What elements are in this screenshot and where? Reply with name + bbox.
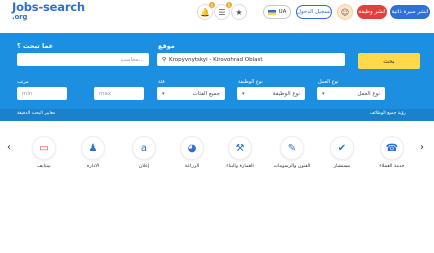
category-name: بيتنايف (37, 164, 51, 169)
search-button[interactable]: بحث (358, 53, 420, 69)
salary-min-placeholder: min (22, 90, 33, 97)
phone-icon: ☎ (380, 136, 404, 160)
favorites-button[interactable]: ★ (231, 4, 247, 20)
category-item[interactable]: ✎ الفنون والرسومات (272, 136, 312, 169)
language-button[interactable]: UA (263, 5, 291, 19)
wrench-icon: ⚒ (228, 136, 252, 160)
saved-list-button[interactable]: ☰ 0 (214, 2, 232, 20)
amazon-icon: a (132, 136, 156, 160)
category-item[interactable]: ⚒ العمارة والبناء (220, 136, 260, 169)
category-value: جميع الفئات (192, 90, 220, 97)
category-name: الفنون والرسومات (273, 164, 311, 169)
category-name: العمارة والبناء (226, 164, 254, 169)
location-value: Kropyvnytskyi - Kirovohrad Oblast (169, 56, 263, 63)
category-label: فئة (158, 79, 165, 85)
category-name: إعلان (138, 164, 150, 169)
all-jobs-link[interactable]: رؤية جميع الوظائف (370, 111, 406, 116)
category-name: الزراعة (184, 164, 200, 169)
keyword-input[interactable]: محاسب... (17, 53, 149, 66)
worktype-label: نوع العمل (318, 79, 339, 85)
category-name: مستشار (333, 164, 351, 169)
jobtype-value: نوع الوظيفة (272, 90, 300, 97)
category-name: الادارة (86, 164, 100, 169)
site-logo[interactable]: Jobs-search .org (12, 0, 85, 22)
user-avatar-icon: ☺ (340, 7, 350, 17)
check-icon: ✔ (330, 136, 354, 160)
category-item[interactable]: ☎ خدمة العملاء (372, 136, 412, 169)
category-select[interactable]: ▾ جميع الفئات (157, 87, 225, 100)
logo-text: Jobs-search (12, 0, 85, 14)
jobtype-select[interactable]: ▾ نوع الوظيفة (237, 87, 305, 100)
star-icon: ★ (235, 7, 243, 17)
search-button-label: بحث (383, 57, 395, 65)
search-panel: عما تبحث ؟ موقع محاسب... ⚲ Kropyvnytskyi… (0, 33, 434, 121)
brush-icon: ✎ (280, 136, 304, 160)
location-input[interactable]: ⚲ Kropyvnytskyi - Kirovohrad Oblast (157, 53, 345, 66)
avatar[interactable]: ☺ (337, 4, 353, 20)
jobtype-label: نوع الوظيفة (238, 79, 263, 85)
categories-carousel: ‹ › ☎ خدمة العملاء ✔ مستشار ✎ الفنون وال… (0, 132, 434, 180)
logo-suffix: .org (12, 13, 28, 21)
chevron-down-icon: ▾ (322, 90, 325, 97)
chevron-down-icon: ▾ (162, 90, 165, 97)
login-button[interactable]: تسجيل الدخول (296, 5, 332, 19)
advanced-search-link[interactable]: معايير البحث الدقيقة (17, 111, 55, 116)
chevron-right-icon[interactable]: › (420, 142, 424, 153)
worktype-select[interactable]: ▾ نوع العمل (317, 87, 385, 100)
language-label: UA (278, 9, 287, 15)
chevron-left-icon[interactable]: ‹ (7, 142, 11, 153)
salary-max-input[interactable]: max (94, 87, 144, 100)
users-icon: ♟ (81, 136, 105, 160)
top-header: Jobs-search .org 🔔 0 ☰ 0 ★ UA تسجيل الدخ… (0, 0, 434, 26)
pie-chart-icon: ◕ (180, 136, 204, 160)
category-name: خدمة العملاء (379, 164, 405, 169)
post-cv-label: انشر سيرة ذاتية (391, 9, 429, 15)
list-icon: ☰ (218, 7, 226, 17)
ukraine-flag-icon (267, 9, 276, 15)
bell-icon: 🔔 (200, 7, 210, 17)
cash-icon: ▭ (32, 136, 56, 160)
post-job-button[interactable]: انشر وظيفة (357, 5, 387, 19)
salary-max-placeholder: max (99, 90, 111, 97)
salary-min-input[interactable]: min (17, 87, 67, 100)
where-label: موقع (158, 42, 175, 50)
login-label: تسجيل الدخول (297, 9, 331, 15)
worktype-value: نوع العمل (357, 90, 380, 97)
category-item[interactable]: ◕ الزراعة (172, 136, 212, 169)
category-item[interactable]: a إعلان (124, 136, 164, 169)
search-links-bar: معايير البحث الدقيقة رؤية جميع الوظائف (0, 109, 434, 121)
post-cv-button[interactable]: انشر سيرة ذاتية (390, 5, 430, 19)
what-label: عما تبحث ؟ (17, 42, 54, 50)
category-item[interactable]: ▭ بيتنايف (24, 136, 64, 169)
salary-label: مرتب (17, 79, 29, 85)
category-item[interactable]: ✔ مستشار (322, 136, 362, 169)
category-item[interactable]: ♟ الادارة (73, 136, 113, 169)
chevron-down-icon: ▾ (242, 90, 245, 97)
notifications-button[interactable]: 🔔 0 (197, 2, 215, 20)
location-pin-icon: ⚲ (162, 56, 167, 63)
post-job-label: انشر وظيفة (358, 9, 386, 15)
keyword-placeholder: محاسب... (120, 56, 144, 63)
